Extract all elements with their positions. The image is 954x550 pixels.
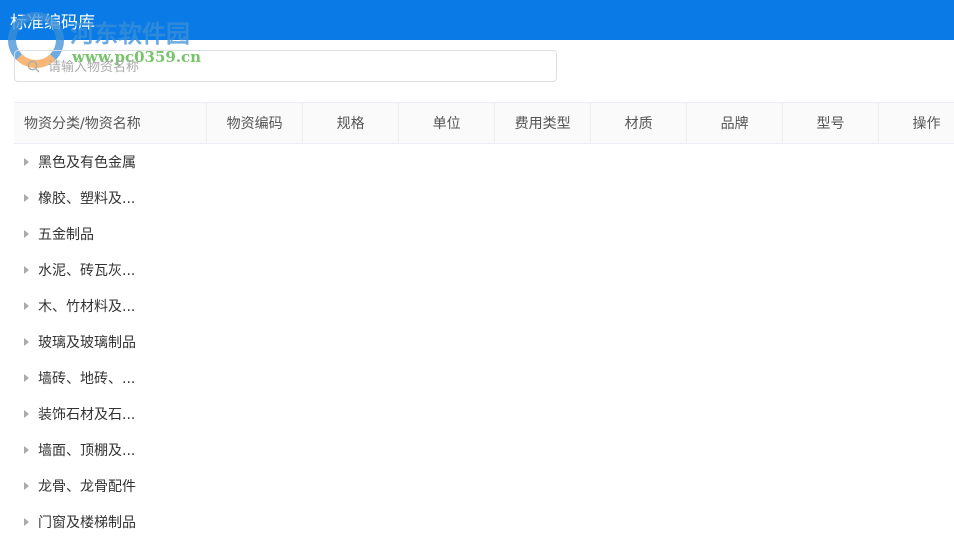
category-name: 墙面、顶棚及... (38, 443, 136, 459)
column-header: 单位 (398, 103, 494, 143)
column-header: 规格 (302, 103, 398, 143)
expand-caret-icon[interactable] (24, 158, 29, 166)
tree-row[interactable]: 墙砖、地砖、... (14, 360, 954, 396)
tree-row[interactable]: 玻璃及玻璃制品 (14, 324, 954, 360)
search-box (14, 50, 557, 82)
tree-row[interactable]: 墙面、顶棚及... (14, 432, 954, 468)
column-header: 型号 (782, 103, 878, 143)
material-table: 物资分类/物资名称 物资编码 规格 单位 费用类型 材质 品牌 型号 操作 黑色及有色金属 橡胶、… (14, 102, 954, 540)
table-header: 物资分类/物资名称 物资编码 规格 单位 费用类型 材质 品牌 型号 操作 (14, 102, 954, 144)
expand-caret-icon[interactable] (24, 302, 29, 310)
category-name: 门窗及楼梯制品 (38, 515, 136, 531)
expand-caret-icon[interactable] (24, 338, 29, 346)
search-icon (27, 60, 40, 72)
expand-caret-icon[interactable] (24, 482, 29, 490)
tree-row[interactable]: 龙骨、龙骨配件 (14, 468, 954, 504)
category-name: 木、竹材料及... (38, 299, 136, 315)
column-header: 物资分类/物资名称 (24, 116, 141, 132)
expand-caret-icon[interactable] (24, 410, 29, 418)
category-name: 玻璃及玻璃制品 (38, 335, 136, 351)
expand-caret-icon[interactable] (24, 194, 29, 202)
table-body: 黑色及有色金属 橡胶、塑料及... 五金制品水泥、砖瓦灰... 木、竹材料及... 玻璃… (14, 144, 954, 540)
expand-caret-icon[interactable] (24, 446, 29, 454)
category-name: 装饰石材及石... (38, 407, 136, 423)
search-input[interactable] (48, 58, 528, 74)
tree-row[interactable]: 五金制品 (14, 216, 954, 252)
category-name: 五金制品 (38, 227, 94, 243)
tree-row[interactable]: 橡胶、塑料及... (14, 180, 954, 216)
page-title: 标准编码库 (10, 13, 95, 33)
category-name: 橡胶、塑料及... (38, 191, 136, 207)
expand-caret-icon[interactable] (24, 230, 29, 238)
tree-row[interactable]: 门窗及楼梯制品 (14, 504, 954, 540)
column-header: 品牌 (686, 103, 782, 143)
category-name: 黑色及有色金属 (38, 155, 136, 171)
expand-caret-icon[interactable] (24, 518, 29, 526)
column-header: 费用类型 (494, 103, 590, 143)
category-name: 水泥、砖瓦灰... (38, 263, 136, 279)
tree-row[interactable]: 水泥、砖瓦灰... (14, 252, 954, 288)
tree-row[interactable]: 木、竹材料及... (14, 288, 954, 324)
app-header: 标准编码库 (0, 0, 954, 40)
column-header: 材质 (590, 103, 686, 143)
expand-caret-icon[interactable] (24, 266, 29, 274)
column-header: 操作 (878, 103, 954, 143)
expand-caret-icon[interactable] (24, 374, 29, 382)
tree-row[interactable]: 黑色及有色金属 (14, 144, 954, 180)
category-name: 龙骨、龙骨配件 (38, 479, 136, 495)
category-name: 墙砖、地砖、... (38, 371, 136, 387)
column-header: 物资编码 (206, 103, 302, 143)
tree-row[interactable]: 装饰石材及石... (14, 396, 954, 432)
